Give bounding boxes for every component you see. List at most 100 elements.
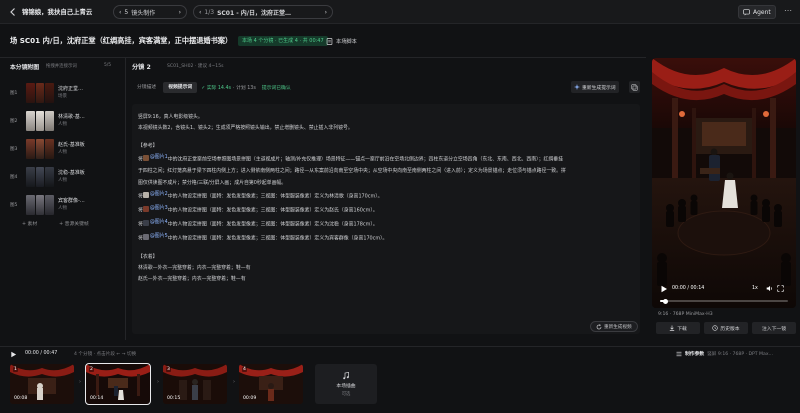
reference-item[interactable]: 图5 宾客群像-… 人物: [10, 194, 118, 216]
transition-icon[interactable]: ›: [77, 379, 83, 385]
shot-card[interactable]: 3 00:15: [163, 364, 227, 404]
transition-icon[interactable]: ›: [155, 379, 161, 385]
transition-icon[interactable]: ›: [231, 379, 237, 385]
prompt-reference-line: 将 @图片2 中的人物设定拼图（面特：发色发型像素；三视图：体型服装像素）定义为林清…: [138, 189, 383, 200]
image-reference-chip[interactable]: @图片1: [142, 152, 168, 163]
prompt-line: 林清歌—外衣—完整穿着；内衣—完整穿着；鞋—有: [138, 264, 251, 271]
prompt-confirmed-status: 提示词已确认: [261, 86, 291, 91]
scene-header: 场 SC01 内/日，沈府正堂（红绸高挂，宾客满堂，正中摆退婚书案） 本场 4 …: [0, 24, 646, 58]
video-preview[interactable]: [652, 58, 796, 308]
chevron-right-icon[interactable]: ›: [179, 9, 181, 16]
duration-check: ✓ 实际 14.4s: [201, 86, 232, 91]
shot-card-selected[interactable]: 2 00:14: [85, 363, 151, 405]
add-keyframe-button[interactable]: + 音源关键帧: [59, 220, 89, 227]
video-frame: [652, 58, 796, 308]
image-thumb-icon: [142, 191, 149, 198]
image-reference-chip[interactable]: @图片5: [142, 231, 168, 242]
video-progress-handle[interactable]: [662, 298, 668, 304]
prompt-line: 于四柱之间；红灯笼高悬于梁下四柱内侧上方；进入侧依南侧两柱之间；路径—从东案前沿…: [138, 168, 566, 175]
prompt-heading: 【参考】: [138, 142, 158, 149]
prompt-reference-line: 将 @图片5 中的人物设定拼图（面特：发色发型像素；三视图：体型服装像素）定义为宾客…: [138, 231, 388, 243]
chevron-right-icon[interactable]: ›: [325, 9, 327, 16]
document-icon: [326, 37, 333, 45]
shot-duration: 00:14: [90, 396, 104, 401]
volume-icon[interactable]: [766, 285, 773, 292]
image-thumb-icon: [142, 234, 149, 241]
more-icon[interactable]: ⋯: [782, 6, 794, 18]
shot-tabs: 分镜描述 视频提示词 ✓ 实际 14.4s · 计划 13s 提示词已确认: [132, 82, 291, 93]
history-icon: [712, 325, 719, 331]
reference-item[interactable]: 图2 林清歌-基… 人物: [10, 110, 118, 132]
video-time: 00:00 / 00:14: [672, 286, 705, 291]
tab-storyboard[interactable]: 分镜描述: [132, 82, 161, 93]
step-label: 镜头制作: [131, 9, 156, 17]
download-button[interactable]: 下载: [656, 322, 700, 334]
reference-role: 场景: [58, 94, 67, 99]
image-reference-chip[interactable]: @图片3: [142, 203, 168, 214]
shot-card[interactable]: 1 00:08: [10, 364, 74, 404]
shot-number: 1: [13, 367, 18, 372]
inject-next-shot-button[interactable]: 注入下一镜: [752, 322, 796, 334]
inject-next-shot-label: 注入下一镜: [762, 326, 786, 332]
video-prompt-editor[interactable]: 竖屏9:16，真人电影级镜头。 本视频镜头数2，含镜头1、镜头2；生成须严格按照…: [132, 104, 640, 334]
reference-panel-subtitle: 拖拽并连接示词: [46, 64, 77, 69]
production-params[interactable]: 制作参数 竖屏 9:16 · 768P · DPT Max…: [676, 350, 773, 357]
reference-name: 沈府正堂…: [58, 86, 84, 92]
reference-thumbnail: [26, 167, 55, 187]
video-controls: 00:00 / 00:14 1x: [652, 281, 796, 308]
regenerate-video-button[interactable]: 重新生成视频: [590, 321, 638, 332]
reference-role: 人物: [58, 150, 67, 155]
timeline-bar: 00:00 / 00:47 4 个分镜 · 点击片段 ← → 切换 制作参数 竖…: [0, 346, 800, 361]
reference-item[interactable]: 图3 赵氏-基准板 人物: [10, 138, 118, 160]
prompt-heading: 【衣着】: [138, 253, 158, 260]
add-interlude-label: 本场插曲: [336, 383, 356, 389]
reference-name: 宾客群像-…: [58, 198, 85, 204]
tab-video-prompt[interactable]: 视频提示词: [163, 82, 198, 93]
history-label: 历史版本: [720, 326, 740, 332]
reference-name: 赵氏-基准板: [58, 142, 85, 148]
add-interlude-sub: 可选: [341, 391, 351, 397]
timeline-play-icon[interactable]: [10, 351, 17, 358]
params-value: 竖屏 9:16 · 768P · DPT Max…: [707, 351, 774, 357]
reference-item[interactable]: 图4 沈稳-基准板 人物: [10, 166, 118, 188]
fullscreen-icon[interactable]: [777, 285, 784, 292]
prompt-line: 图仅供读图不成片；禁分格/三联/分屏入画；成片自第0秒起单画幅。: [138, 179, 287, 186]
chevron-left-icon[interactable]: ‹: [119, 9, 121, 16]
reference-item[interactable]: 图1 沈府正堂… 场景: [10, 82, 118, 104]
reference-panel: 本分镜附图 拖拽并连接示词 5/5 图1 沈府正堂… 场景 图2 林清歌-基… …: [0, 58, 126, 340]
agent-button[interactable]: Agent: [738, 5, 776, 19]
params-label: 制作参数: [685, 352, 705, 357]
scene-status-badge: 本场 4 个分镜 · 已生成 4 · 共 00:47: [238, 36, 328, 46]
scene-script-button[interactable]: 本场脚本: [326, 35, 357, 47]
reference-panel-title: 本分镜附图: [10, 65, 39, 71]
scene-selector[interactable]: ‹ 1/3 SC01 - 内/日，沈府正堂… ›: [193, 5, 333, 19]
play-icon[interactable]: [660, 285, 668, 293]
step-selector[interactable]: ‹ 5 镜头制作 ›: [113, 5, 187, 19]
shot-label: 分镜 2: [132, 64, 151, 71]
add-material-button[interactable]: + 素材: [22, 220, 37, 227]
shot-card[interactable]: 4 00:09: [239, 364, 303, 404]
regenerate-prompt-button[interactable]: 重新生成提示词: [571, 81, 619, 93]
agent-label: Agent: [753, 8, 771, 16]
chevron-left-icon[interactable]: ‹: [199, 9, 201, 16]
sparkle-icon: [574, 84, 580, 90]
video-progress-bar[interactable]: [660, 298, 788, 304]
image-reference-chip[interactable]: @图片4: [142, 217, 168, 228]
reference-role: 人物: [58, 206, 67, 211]
back-arrow-icon[interactable]: [8, 7, 18, 17]
shot-duration: 00:15: [167, 396, 181, 401]
history-versions-button[interactable]: 历史版本: [704, 322, 748, 334]
step-index: 5: [124, 8, 129, 16]
reference-thumbnail: [26, 139, 55, 159]
timeline-time: 00:00 / 00:47: [25, 351, 58, 356]
reference-role: 人物: [58, 122, 67, 127]
add-interlude-button[interactable]: 本场插曲 可选: [315, 364, 377, 404]
copy-icon[interactable]: [629, 81, 640, 93]
scene-selector-label: SC01 - 内/日，沈府正堂…: [217, 9, 291, 17]
image-reference-chip[interactable]: @图片2: [142, 189, 168, 200]
download-icon: [669, 325, 675, 331]
playback-speed[interactable]: 1x: [752, 286, 758, 291]
shot-number: 4: [242, 367, 247, 372]
reference-thumbnail: [26, 83, 55, 103]
scene-index: 1/3: [204, 8, 215, 16]
